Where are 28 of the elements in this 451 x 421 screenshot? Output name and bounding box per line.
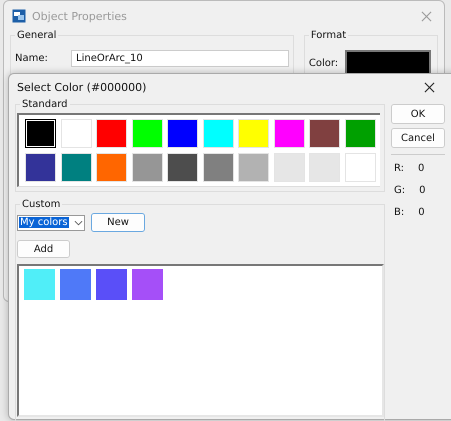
add-button[interactable]: Add <box>17 240 70 258</box>
group-label: Format <box>308 30 348 41</box>
palette-dropdown[interactable]: My colors <box>17 214 85 230</box>
field-label: Color: <box>308 58 339 68</box>
channel-label: R: <box>394 163 404 176</box>
channel-label: B: <box>394 207 404 220</box>
channel-label: G: <box>394 185 406 198</box>
cancel-button[interactable]: Cancel <box>391 128 445 148</box>
ok-button[interactable]: OK <box>391 104 445 124</box>
color-swatch[interactable] <box>24 269 55 300</box>
channel-value: 0 <box>418 163 424 176</box>
channel-value: 0 <box>419 185 426 198</box>
new-button[interactable]: New <box>91 213 145 232</box>
color-swatch[interactable] <box>25 119 56 148</box>
window-icon <box>12 9 26 23</box>
color-swatch[interactable] <box>132 269 163 300</box>
window-title: Object Properties <box>32 10 127 22</box>
name-field[interactable]: LineOrArc_10 <box>71 50 289 67</box>
color-swatch[interactable] <box>96 269 127 300</box>
field-label: Name: <box>15 53 49 64</box>
channel-value: 0 <box>418 207 425 220</box>
color-swatch[interactable] <box>60 269 91 300</box>
chevron-down-icon <box>74 220 83 226</box>
group-label: General <box>15 30 58 41</box>
close-icon[interactable] <box>424 82 435 92</box>
group-label: Custom <box>20 199 62 210</box>
dialog-title: Select Color (#000000) <box>17 80 146 94</box>
group-label: Standard <box>20 99 70 110</box>
